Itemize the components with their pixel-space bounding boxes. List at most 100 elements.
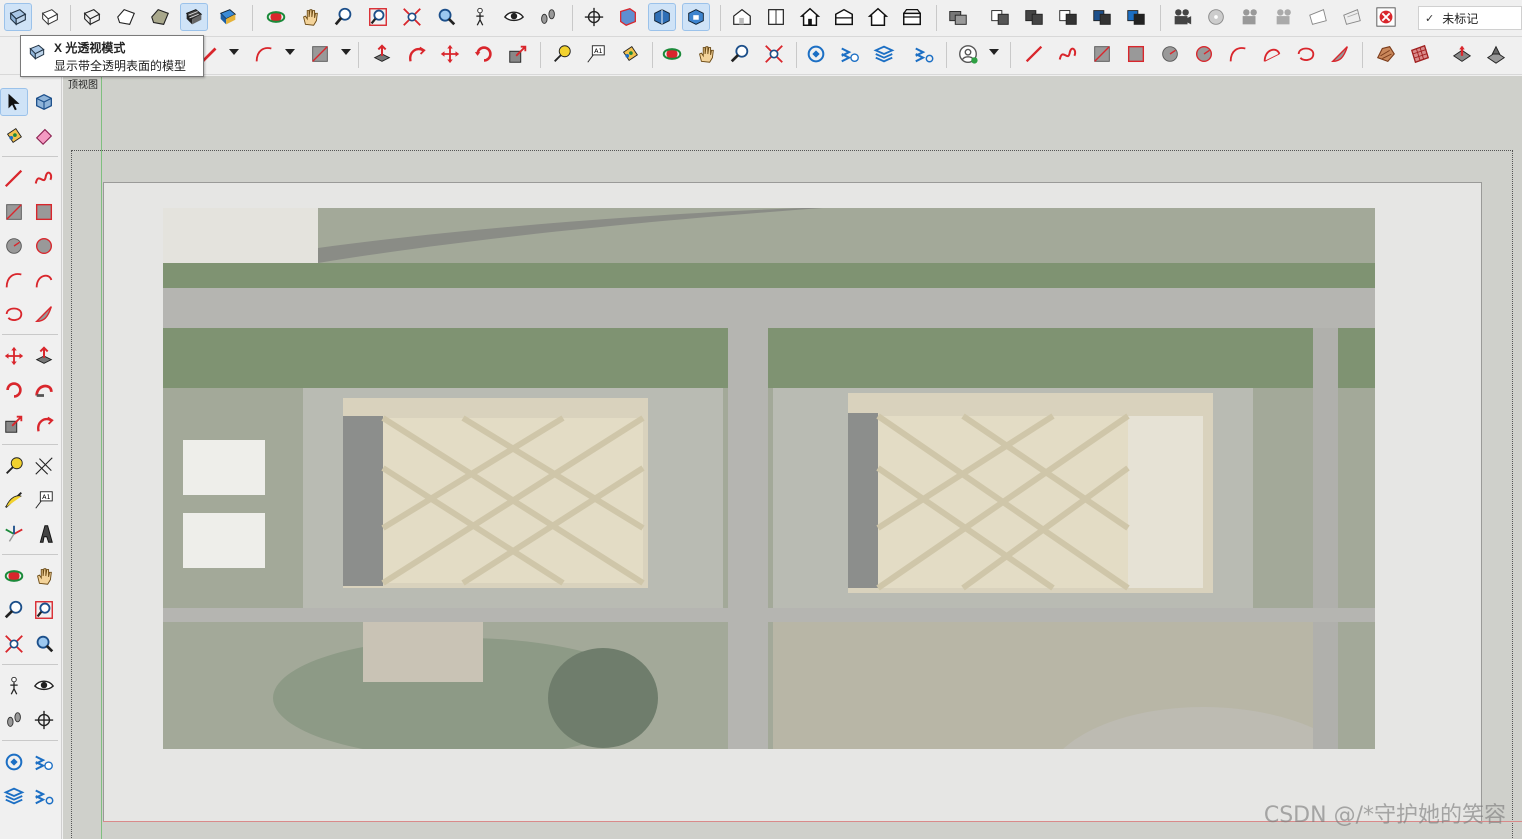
dimension-button[interactable] — [30, 452, 58, 480]
hidden-line-button[interactable] — [112, 3, 140, 31]
zoom-extents-button-left[interactable] — [0, 630, 28, 658]
rotated-rectangle-button[interactable] — [1122, 40, 1150, 68]
axes-button[interactable] — [0, 520, 28, 548]
outer-shell-button[interactable] — [986, 3, 1014, 31]
zoom-window-button[interactable] — [364, 3, 392, 31]
extension-warehouse-button[interactable] — [910, 40, 938, 68]
pan-button-2[interactable] — [692, 40, 720, 68]
trim-button[interactable] — [1088, 3, 1116, 31]
sandbox-from-scratch-button[interactable] — [1406, 40, 1434, 68]
orbit-button[interactable] — [262, 3, 290, 31]
text-button[interactable]: A1 — [582, 40, 610, 68]
pan-button[interactable] — [296, 3, 324, 31]
extension-warehouse-button-left[interactable] — [30, 782, 58, 810]
zoom-window-button-left[interactable] — [30, 596, 58, 624]
fog-button[interactable] — [1338, 3, 1366, 31]
look-around-button[interactable] — [500, 3, 528, 31]
polygon-button-left[interactable] — [30, 232, 58, 260]
tag-dropdown[interactable]: ✓ 未标记 — [1418, 6, 1522, 30]
satellite-image[interactable] — [163, 208, 1375, 749]
follow-me-button-left[interactable] — [30, 376, 58, 404]
freehand-button[interactable] — [1054, 40, 1082, 68]
offset-button[interactable] — [30, 410, 58, 438]
previous-scene-button[interactable] — [1236, 3, 1264, 31]
stamp-button[interactable] — [1482, 40, 1510, 68]
front-view-button[interactable] — [796, 3, 824, 31]
pie-button[interactable] — [1326, 40, 1354, 68]
left-view-button[interactable] — [898, 3, 926, 31]
scale-button[interactable] — [504, 40, 532, 68]
zoom-button-left[interactable] — [0, 596, 28, 624]
rectangle-button-left[interactable] — [0, 198, 28, 226]
account-button[interactable] — [954, 40, 982, 68]
clear-button[interactable] — [1372, 3, 1400, 31]
zoom-extents-button-2[interactable] — [760, 40, 788, 68]
3d-text-button[interactable] — [30, 520, 58, 548]
shaded-button[interactable] — [146, 3, 174, 31]
pan-button-left[interactable] — [30, 562, 58, 590]
pencil-dropdown[interactable] — [229, 49, 239, 55]
three-point-arc-button-left[interactable] — [0, 300, 28, 328]
freehand-button-left[interactable] — [30, 164, 58, 192]
scene-update-button[interactable] — [1202, 3, 1230, 31]
walk-button-left[interactable] — [0, 706, 28, 734]
rectangle-button-2[interactable] — [1088, 40, 1116, 68]
scale-button-left[interactable] — [0, 410, 28, 438]
display-section-cuts-button[interactable] — [648, 3, 676, 31]
walk-button[interactable] — [534, 3, 562, 31]
right-view-button[interactable] — [830, 3, 858, 31]
account-dropdown[interactable] — [989, 49, 999, 55]
monochrome-button[interactable] — [214, 3, 242, 31]
move-button[interactable] — [436, 40, 464, 68]
rectangle-dropdown[interactable] — [341, 49, 351, 55]
iso-view-button[interactable] — [728, 3, 756, 31]
previous-view-button[interactable] — [432, 3, 460, 31]
rectangle-button[interactable] — [306, 40, 334, 68]
top-view-button[interactable] — [762, 3, 790, 31]
section-plane-button-left[interactable] — [30, 706, 58, 734]
line-button-left[interactable] — [0, 164, 28, 192]
share-component-button-left[interactable] — [0, 782, 28, 810]
split-button[interactable] — [1122, 3, 1150, 31]
look-around-button-left[interactable] — [30, 672, 58, 700]
display-section-fill-button[interactable] — [682, 3, 710, 31]
warehouse-button-left[interactable] — [0, 748, 28, 776]
back-view-button[interactable] — [864, 3, 892, 31]
model-viewport[interactable]: 顶视图 CSDN @/*守护她的笑容 — [63, 76, 1522, 839]
arc-button[interactable] — [250, 40, 278, 68]
subtract-button[interactable] — [1054, 3, 1082, 31]
orbit-button-left[interactable] — [0, 562, 28, 590]
share-model-button-left[interactable] — [30, 748, 58, 776]
zoom-button[interactable] — [330, 3, 358, 31]
union-button[interactable] — [1020, 3, 1048, 31]
eraser-button[interactable] — [30, 122, 58, 150]
smoove-button[interactable] — [1448, 40, 1476, 68]
polygon-button[interactable] — [1190, 40, 1218, 68]
line-button[interactable] — [1020, 40, 1048, 68]
back-edges-button[interactable] — [36, 3, 64, 31]
arc-dropdown[interactable] — [285, 49, 295, 55]
position-camera-button[interactable] — [466, 3, 494, 31]
arc-button-2[interactable] — [1224, 40, 1252, 68]
zoom-button-2[interactable] — [726, 40, 754, 68]
rotate-button-left[interactable] — [0, 376, 28, 404]
make-component-button[interactable] — [30, 88, 58, 116]
push-pull-button[interactable] — [368, 40, 396, 68]
share-component-button[interactable] — [870, 40, 898, 68]
xray-mode-button[interactable] — [4, 3, 32, 31]
share-model-button[interactable] — [836, 40, 864, 68]
move-button-left[interactable] — [0, 342, 28, 370]
sandbox-from-contours-button[interactable] — [1372, 40, 1400, 68]
warehouse-button[interactable] — [802, 40, 830, 68]
rotate-button[interactable] — [470, 40, 498, 68]
section-plane-button[interactable] — [580, 3, 608, 31]
wireframe-button[interactable] — [78, 3, 106, 31]
shaded-textures-button[interactable] — [180, 3, 208, 31]
paint-bucket-button-left[interactable] — [0, 122, 28, 150]
components-button[interactable] — [944, 3, 972, 31]
circle-button[interactable] — [1156, 40, 1184, 68]
tape-measure-button[interactable] — [548, 40, 576, 68]
paint-bucket-button[interactable] — [616, 40, 644, 68]
follow-me-button[interactable] — [402, 40, 430, 68]
select-button[interactable] — [0, 88, 28, 116]
